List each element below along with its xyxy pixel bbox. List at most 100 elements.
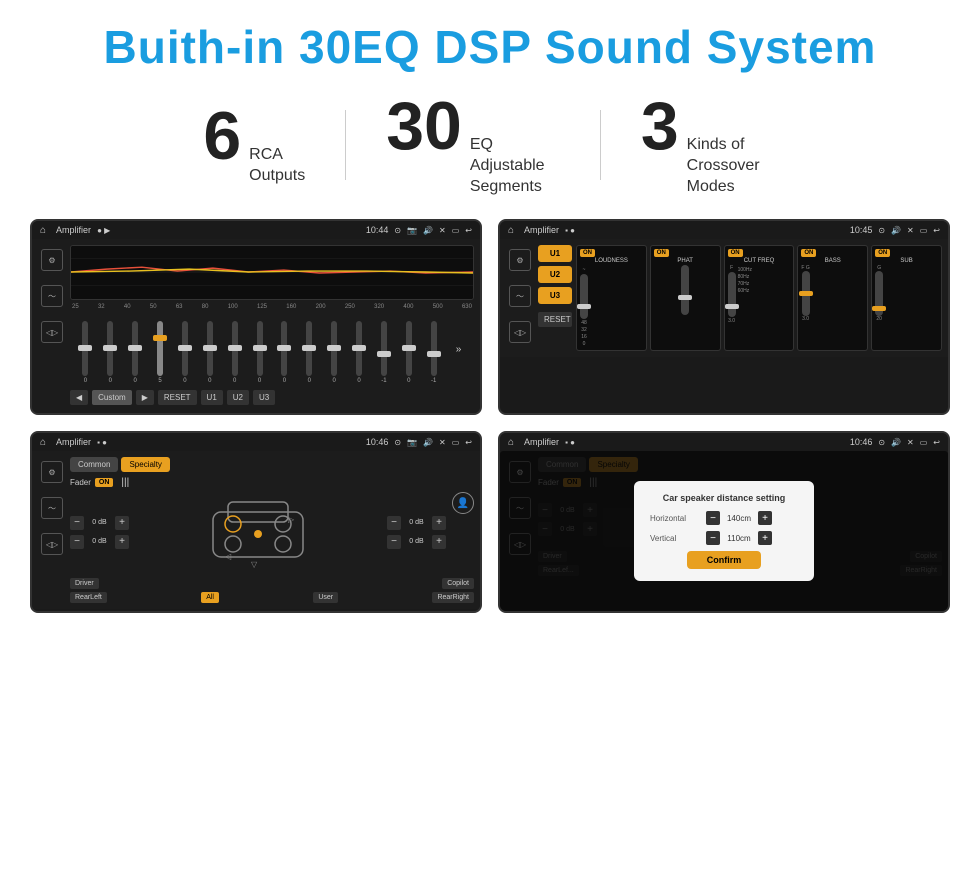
dialog-overlay: Car speaker distance setting Horizontal …: [500, 451, 948, 611]
amp-wave-icon[interactable]: 〜: [509, 285, 531, 307]
vol-icon-3: 🔊: [423, 438, 433, 447]
db-plus-br[interactable]: +: [432, 535, 446, 549]
eq-slider-14[interactable]: -1: [422, 321, 445, 384]
stat-eq: 30 EQ AdjustableSegments: [346, 92, 600, 197]
eq-slider-11[interactable]: 0: [348, 321, 371, 384]
eq-slider-0[interactable]: 0: [74, 321, 97, 384]
cross-settings-icon[interactable]: ⚙: [41, 461, 63, 483]
fader-section: Fader ON |||: [70, 477, 474, 488]
car-diagram: ◁ ▷ ▽: [135, 492, 381, 572]
eq-slider-12[interactable]: -1: [373, 321, 396, 384]
amp-speaker-icon[interactable]: ◁▷: [509, 321, 531, 343]
eq-nav: ◀ Custom ▶ RESET U1 U2 U3: [70, 388, 474, 407]
svg-text:▽: ▽: [251, 560, 258, 569]
horizontal-minus[interactable]: −: [706, 511, 720, 525]
eq-slider-2[interactable]: 0: [124, 321, 147, 384]
eq-slider-10[interactable]: 0: [323, 321, 346, 384]
eq-slider-6[interactable]: 0: [223, 321, 246, 384]
eq-u1-btn[interactable]: U1: [201, 390, 223, 405]
db-minus-bl[interactable]: −: [70, 535, 84, 549]
bass-on[interactable]: ON: [801, 249, 816, 257]
fader-on-badge[interactable]: ON: [95, 478, 114, 487]
loc-icon-2: ⊙: [878, 226, 885, 235]
eq-screen-content: ⚙ 〜 ◁▷: [32, 239, 480, 413]
btn-copilot[interactable]: Copilot: [442, 578, 474, 589]
db-minus-tl[interactable]: −: [70, 516, 84, 530]
page-title: Buith-in 30EQ DSP Sound System: [30, 20, 950, 74]
db-minus-tr[interactable]: −: [387, 516, 401, 530]
eq-slider-5[interactable]: 0: [198, 321, 221, 384]
time-4: 10:46: [850, 437, 873, 447]
amp-u3-btn[interactable]: U3: [538, 287, 572, 304]
amp-u2-btn[interactable]: U2: [538, 266, 572, 283]
eq-slider-1[interactable]: 0: [99, 321, 122, 384]
db-plus-tr[interactable]: +: [432, 516, 446, 530]
cutfreq-on[interactable]: ON: [728, 249, 743, 257]
confirm-button[interactable]: Confirm: [687, 551, 762, 569]
btn-all[interactable]: All: [201, 592, 219, 603]
eq-u3-btn[interactable]: U3: [253, 390, 275, 405]
amp-u1-btn[interactable]: U1: [538, 245, 572, 262]
eq-custom-btn[interactable]: Custom: [92, 390, 132, 405]
amp-screen-content: ⚙ 〜 ◁▷ U1 U2 U3 RESET ON LOUDNESS: [500, 239, 948, 357]
home-icon-3: ⌂: [40, 437, 46, 448]
loc-icon-3: ⊙: [394, 438, 401, 447]
amp-reset-btn[interactable]: RESET: [538, 312, 572, 327]
db-minus-br[interactable]: −: [387, 535, 401, 549]
rec-icon-3: ▪ ●: [97, 438, 107, 447]
amp-bass: ON BASS F G 3.0: [797, 245, 868, 351]
phat-label: PHAT: [654, 258, 717, 264]
stats-row: 6 RCAOutputs 30 EQ AdjustableSegments 3 …: [30, 92, 950, 197]
cross-speaker-icon[interactable]: ◁▷: [41, 533, 63, 555]
eq-wave-icon[interactable]: 〜: [41, 285, 63, 307]
eq-next-btn[interactable]: ▶: [136, 390, 154, 405]
rect-icon-1: ▭: [452, 226, 460, 235]
cross-bottom-btns: Driver Copilot: [70, 578, 474, 589]
eq-slider-9[interactable]: 0: [298, 321, 321, 384]
stat-rca-label: RCAOutputs: [249, 145, 305, 187]
vertical-plus[interactable]: +: [758, 531, 772, 545]
eq-reset-btn[interactable]: RESET: [158, 390, 197, 405]
app-name-4: Amplifier: [524, 437, 559, 447]
eq-u2-btn[interactable]: U2: [227, 390, 249, 405]
amp-u-buttons: U1 U2 U3 RESET: [538, 245, 572, 351]
db-plus-tl[interactable]: +: [115, 516, 129, 530]
db-value-tr: 0 dB: [404, 519, 429, 526]
amp-cutfreq: ON CUT FREQ F 3.0 100Hz: [724, 245, 795, 351]
profile-icon-3[interactable]: 👤: [452, 492, 474, 514]
eq-slider-4[interactable]: 0: [174, 321, 197, 384]
vol-icon-4: 🔊: [891, 438, 901, 447]
cam-icon-3: 📷: [407, 438, 417, 447]
rec-icon-4: ▪ ●: [565, 438, 575, 447]
eq-speaker-icon[interactable]: ◁▷: [41, 321, 63, 343]
sub-on[interactable]: ON: [875, 249, 890, 257]
close-icon-3: ✕: [439, 438, 446, 447]
phat-on[interactable]: ON: [654, 249, 669, 257]
btn-rearright[interactable]: RearRight: [432, 592, 474, 603]
db-control-tr: − 0 dB +: [387, 516, 446, 530]
eq-slider-8[interactable]: 0: [273, 321, 296, 384]
btn-user[interactable]: User: [313, 592, 338, 603]
eq-settings-icon[interactable]: ⚙: [41, 249, 63, 271]
cross-left: − 0 dB + − 0 dB +: [70, 516, 129, 549]
stat-eq-label: EQ AdjustableSegments: [470, 135, 560, 197]
loudness-on[interactable]: ON: [580, 249, 595, 257]
cross-wave-icon[interactable]: 〜: [41, 497, 63, 519]
tab-common[interactable]: Common: [70, 457, 118, 472]
amp-settings-icon[interactable]: ⚙: [509, 249, 531, 271]
btn-rearleft[interactable]: RearLeft: [70, 592, 107, 603]
btn-driver[interactable]: Driver: [70, 578, 99, 589]
eq-slider-3[interactable]: 5: [149, 321, 172, 384]
cross-bottom-row2: RearLeft All User RearRight: [70, 592, 474, 603]
cross-main: Common Specialty Fader ON |||: [70, 457, 474, 603]
vertical-minus[interactable]: −: [706, 531, 720, 545]
tab-specialty[interactable]: Specialty: [121, 457, 169, 472]
eq-slider-7[interactable]: 0: [248, 321, 271, 384]
db-control-bl: − 0 dB +: [70, 535, 129, 549]
eq-prev-btn[interactable]: ◀: [70, 390, 88, 405]
eq-slider-13[interactable]: 0: [397, 321, 420, 384]
status-bar-1: ⌂ Amplifier ● ▶ 10:44 ⊙ 📷 🔊 ✕ ▭ ↩: [32, 221, 480, 239]
db-plus-bl[interactable]: +: [115, 535, 129, 549]
horizontal-plus[interactable]: +: [758, 511, 772, 525]
eq-arrow-more[interactable]: »: [447, 344, 470, 355]
